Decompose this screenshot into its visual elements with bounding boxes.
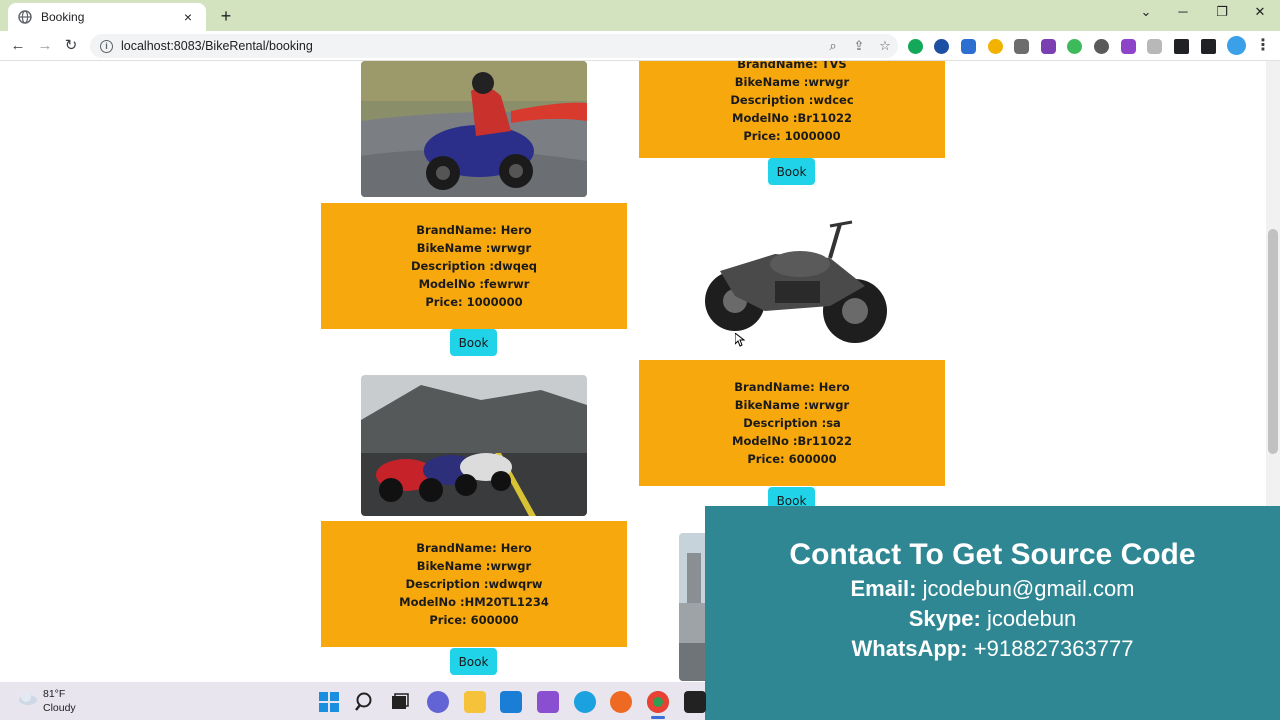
- price-line: Price: 600000: [747, 452, 837, 466]
- extension-compass-icon[interactable]: [1094, 39, 1109, 54]
- price-line: Price: 600000: [429, 613, 519, 627]
- edge-icon[interactable]: [574, 691, 596, 713]
- new-tab-button[interactable]: +: [216, 6, 236, 26]
- brand-line: BrandName: TVS: [737, 61, 847, 71]
- camera-extension-icon[interactable]: [1014, 39, 1029, 54]
- tab-close-icon[interactable]: ×: [180, 9, 196, 25]
- model-no-line: ModelNo :HM20TL1234: [399, 595, 549, 609]
- bookmark-star-icon[interactable]: ☆: [872, 38, 898, 54]
- description-line: Description :dwqeq: [410, 259, 538, 273]
- bike-name-line: BikeName :wrwgr: [416, 559, 532, 573]
- extension-doc-icon[interactable]: [961, 39, 976, 54]
- url-text[interactable]: localhost:8083/BikeRental/booking: [121, 39, 820, 53]
- extension-pen-icon[interactable]: [1121, 39, 1136, 54]
- bike-info-card: BrandName: TVS BikeName :wrwgr Descripti…: [639, 61, 945, 158]
- bike-info-card: BrandName: Hero BikeName :wrwgr Descript…: [321, 203, 627, 329]
- price-line: Price: 1000000: [425, 295, 523, 309]
- os-taskbar: 81°F Cloudy: [0, 682, 706, 720]
- tab-bar: Booking × + ⌄ ─ ❐ ✕: [0, 0, 1280, 31]
- close-window-button[interactable]: ✕: [1250, 4, 1270, 20]
- tab-search-chevron-icon[interactable]: ⌄: [1136, 4, 1156, 20]
- sticky-notes-icon[interactable]: [684, 691, 706, 713]
- brand-line: BrandName: Hero: [416, 223, 532, 237]
- banner-title: Contact To Get Source Code: [789, 538, 1196, 571]
- back-arrow-icon[interactable]: ←: [7, 35, 29, 57]
- banner-skype: Skype: jcodebun: [908, 606, 1077, 631]
- search-icon[interactable]: [354, 691, 376, 713]
- vscode-icon[interactable]: [500, 691, 522, 713]
- bike-image-cruiser: [680, 206, 906, 356]
- forward-arrow-icon[interactable]: →: [34, 35, 56, 57]
- browser-toolbar: ← → ↻ i localhost:8083/BikeRental/bookin…: [0, 31, 1280, 61]
- extension-green-icon[interactable]: [1067, 39, 1082, 54]
- book-button[interactable]: Book: [450, 329, 497, 356]
- extension-color-icon[interactable]: [988, 39, 1003, 54]
- scrollbar-thumb[interactable]: [1268, 229, 1278, 454]
- book-button[interactable]: Book: [450, 648, 497, 675]
- menu-dots-icon[interactable]: ⋮: [1255, 35, 1271, 55]
- grammarly-extension-icon[interactable]: [908, 39, 923, 54]
- windows-start-icon[interactable]: [318, 691, 340, 713]
- bike-name-line: BikeName :wrwgr: [416, 241, 532, 255]
- book-button[interactable]: Book: [768, 158, 815, 185]
- model-no-line: ModelNo :fewrwr: [418, 277, 530, 291]
- firefox-icon[interactable]: [610, 691, 632, 713]
- chrome-active-indicator: [651, 716, 665, 719]
- description-line: Description :sa: [743, 416, 841, 430]
- model-no-line: ModelNo :Br11022: [732, 110, 852, 125]
- bike-image-sport-track: [361, 61, 587, 197]
- bike-image-group-road: [361, 375, 587, 516]
- weather-description[interactable]: Cloudy: [43, 702, 76, 714]
- bike-info-card: BrandName: Hero BikeName :wrwgr Descript…: [321, 521, 627, 647]
- chrome-icon[interactable]: [647, 691, 669, 713]
- bike-name-line: BikeName :wrwgr: [734, 398, 850, 412]
- cloud-icon[interactable]: [18, 691, 38, 705]
- chat-icon[interactable]: [427, 691, 449, 713]
- weather-temperature[interactable]: 81°F: [43, 688, 65, 700]
- restore-button[interactable]: ❐: [1212, 4, 1232, 20]
- task-view-icon[interactable]: [389, 691, 411, 713]
- bike-name-line: BikeName :wrwgr: [734, 74, 850, 89]
- description-line: Description :wdcec: [730, 92, 854, 107]
- address-bar[interactable]: i localhost:8083/BikeRental/booking ⌕ ⇪ …: [90, 34, 898, 58]
- minimize-button[interactable]: ─: [1173, 4, 1193, 19]
- description-line: Description :wdwqrw: [405, 577, 543, 591]
- extension-b-icon[interactable]: [934, 39, 949, 54]
- side-panel-icon[interactable]: [1201, 39, 1216, 54]
- extension-lab-icon[interactable]: [1041, 39, 1056, 54]
- contact-banner: Contact To Get Source Code Email: jcodeb…: [705, 506, 1280, 720]
- banner-email: Email: jcodebun@gmail.com: [850, 576, 1135, 601]
- mouse-cursor-icon: [735, 333, 745, 347]
- profile-avatar[interactable]: [1227, 36, 1246, 55]
- banner-whatsapp: WhatsApp: +918827363777: [851, 636, 1134, 661]
- model-no-line: ModelNo :Br11022: [732, 434, 852, 448]
- globe-icon: [18, 10, 32, 24]
- tab-title: Booking: [41, 10, 85, 24]
- share-icon[interactable]: ⇪: [846, 38, 872, 54]
- price-line: Price: 1000000: [743, 128, 841, 143]
- bike-info-card: BrandName: Hero BikeName :wrwgr Descript…: [639, 360, 945, 486]
- extensions-puzzle-icon[interactable]: [1174, 39, 1189, 54]
- visual-studio-icon[interactable]: [537, 691, 559, 713]
- brand-line: BrandName: Hero: [416, 541, 532, 555]
- site-info-icon[interactable]: i: [100, 39, 113, 53]
- file-explorer-icon[interactable]: [464, 691, 486, 713]
- brand-line: BrandName: Hero: [734, 380, 850, 394]
- tab-booking[interactable]: Booking ×: [8, 3, 206, 31]
- zoom-icon[interactable]: ⌕: [820, 38, 846, 54]
- reload-icon[interactable]: ↻: [60, 35, 82, 57]
- extension-grey-icon[interactable]: [1147, 39, 1162, 54]
